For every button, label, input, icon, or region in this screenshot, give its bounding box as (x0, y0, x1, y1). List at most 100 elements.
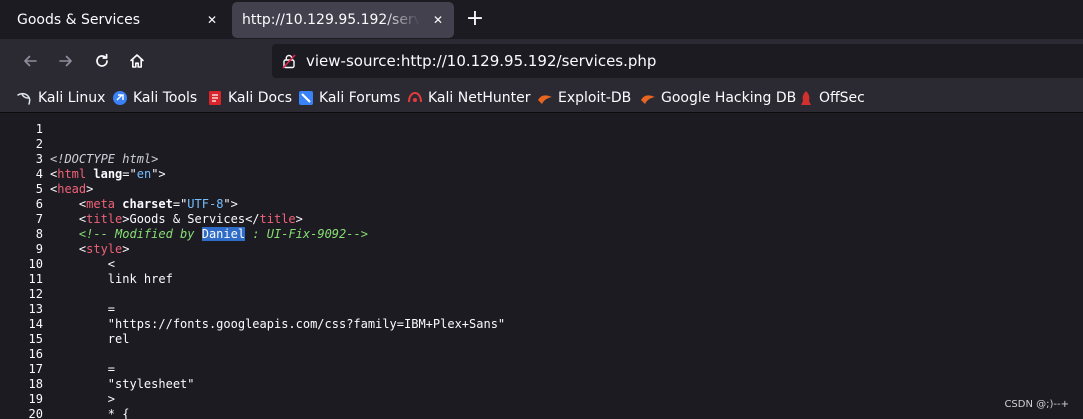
exploit-db-icon (538, 95, 552, 104)
kali-dragon-icon (17, 92, 31, 105)
source-line: 2 (0, 137, 1083, 152)
bookmark-label: Kali Linux (38, 90, 106, 106)
source-line: 20 * { (0, 407, 1083, 419)
bookmark-google-hacking-db[interactable]: Google Hacking DB (640, 87, 796, 109)
forward-button[interactable] (54, 49, 78, 73)
code-token: lang (93, 167, 123, 181)
bookmark-kali-linux[interactable]: Kali Linux (17, 87, 105, 109)
bookmark-offsec[interactable]: OffSec (798, 87, 865, 109)
bookmark-label: Kali NetHunter (428, 90, 531, 106)
source-line: 13 = (0, 302, 1083, 317)
tab-strip: Goods & Services ✕ http://10.129.95.192/… (0, 0, 1083, 39)
home-button[interactable] (125, 49, 149, 73)
source-line: 6 <meta charset="UTF-8"> (0, 197, 1083, 212)
bookmark-label: Kali Forums (319, 90, 401, 106)
source-line: 8 <!-- Modified by Daniel : UI-Fix-9092-… (0, 227, 1083, 242)
tab-title: http://10.129.95.192/services.php (242, 12, 420, 28)
code-token: = (50, 362, 116, 376)
code-token: =" (172, 197, 188, 211)
source-code: link href (50, 272, 173, 287)
code-token: en (136, 167, 152, 181)
bookmark-kali-nethunter[interactable]: Kali NetHunter (407, 87, 530, 109)
source-code: = (50, 302, 115, 317)
code-token: =" (122, 167, 137, 181)
line-number: 1 (35, 122, 43, 136)
source-code: "stylesheet" (50, 377, 195, 392)
tab-title: Goods & Services (17, 12, 141, 28)
close-icon[interactable]: ✕ (430, 12, 446, 28)
watermark: CSDN @;)--+ (1004, 399, 1069, 410)
source-line: 16 (0, 347, 1083, 362)
source-line: 17 = (0, 362, 1083, 377)
source-line: 15 rel (0, 332, 1083, 347)
kali-tools-icon (113, 91, 127, 105)
source-line: 4 <html lang="en"> (0, 167, 1083, 182)
tab-goods-services[interactable]: Goods & Services ✕ (3, 2, 228, 38)
code-token: "https://fonts.googleapis.com/css?family… (50, 317, 506, 331)
line-number: 19 (28, 392, 43, 406)
code-token: > (122, 242, 130, 256)
line-number: 18 (28, 377, 43, 391)
code-token: > (50, 392, 116, 406)
source-line: 14 "https://fonts.googleapis.com/css?fam… (0, 317, 1083, 332)
source-line: 5 <head> (0, 182, 1083, 197)
close-icon[interactable]: ✕ (204, 12, 220, 28)
source-code: <!DOCTYPE html> (50, 152, 158, 167)
code-token: meta (86, 197, 116, 211)
nethunter-icon (408, 91, 422, 103)
tab-view-source[interactable]: http://10.129.95.192/services.php ✕ (232, 2, 454, 38)
source-line: 18 "stylesheet" (0, 377, 1083, 392)
offsec-icon (801, 91, 811, 105)
line-number: 9 (35, 242, 43, 256)
source-line: 10 < (0, 257, 1083, 272)
bookmark-kali-tools[interactable]: Kali Tools (112, 87, 197, 109)
code-token: < (50, 257, 116, 271)
source-line: 3 <!DOCTYPE html> (0, 152, 1083, 167)
new-tab-button[interactable]: + (462, 8, 488, 32)
line-number: 14 (28, 317, 43, 331)
source-line: 12 (0, 287, 1083, 302)
line-number: 13 (28, 302, 43, 316)
bookmark-exploit-db[interactable]: Exploit-DB (537, 87, 631, 109)
code-token: <!DOCTYPE html> (50, 152, 159, 166)
line-number: 20 (28, 407, 43, 419)
source-line: 19 > (0, 392, 1083, 407)
line-number: 3 (35, 152, 43, 166)
bookmark-label: Exploit-DB (558, 90, 632, 106)
bookmark-label: Kali Docs (228, 90, 293, 106)
bookmark-kali-docs[interactable]: Kali Docs (207, 87, 292, 109)
line-number: 8 (35, 227, 43, 241)
code-token: <!-- Modified by (78, 227, 202, 241)
reload-button[interactable] (90, 49, 114, 73)
line-number: 10 (28, 257, 43, 271)
code-token: * { (50, 407, 130, 419)
line-number: 17 (28, 362, 43, 376)
code-token: < (50, 197, 87, 211)
code-token: title (86, 212, 123, 226)
line-number: 6 (35, 197, 43, 211)
code-token: html (57, 167, 87, 181)
address-bar[interactable]: view-source:http://10.129.95.192/service… (272, 44, 1083, 78)
bookmark-kali-forums[interactable]: Kali Forums (298, 87, 400, 109)
code-token: = (50, 302, 116, 316)
bookmark-label: OffSec (819, 90, 865, 106)
line-number: 4 (35, 167, 43, 181)
arrow-left-icon (24, 55, 37, 67)
back-button[interactable] (18, 49, 42, 73)
line-number: 15 (28, 332, 43, 346)
source-code: * { (50, 407, 130, 419)
line-number: 11 (28, 272, 43, 286)
code-token: < (50, 242, 87, 256)
source-code: <head> (50, 182, 93, 197)
code-token: head (57, 182, 87, 196)
view-source-content[interactable]: 1 2 3 <!DOCTYPE html> 4 <html lang="en"> 5 <hea… (0, 114, 1083, 419)
source-code: <title>Goods & Services</title> (50, 212, 303, 227)
line-number: 5 (35, 182, 43, 196)
source-code: < (50, 257, 115, 272)
code-token: > (86, 182, 94, 196)
source-code: "https://fonts.googleapis.com/css?family… (50, 317, 505, 332)
source-code: = (50, 362, 115, 377)
navigation-toolbar: view-source:http://10.129.95.192/service… (0, 39, 1083, 83)
source-line: 1 (0, 122, 1083, 137)
